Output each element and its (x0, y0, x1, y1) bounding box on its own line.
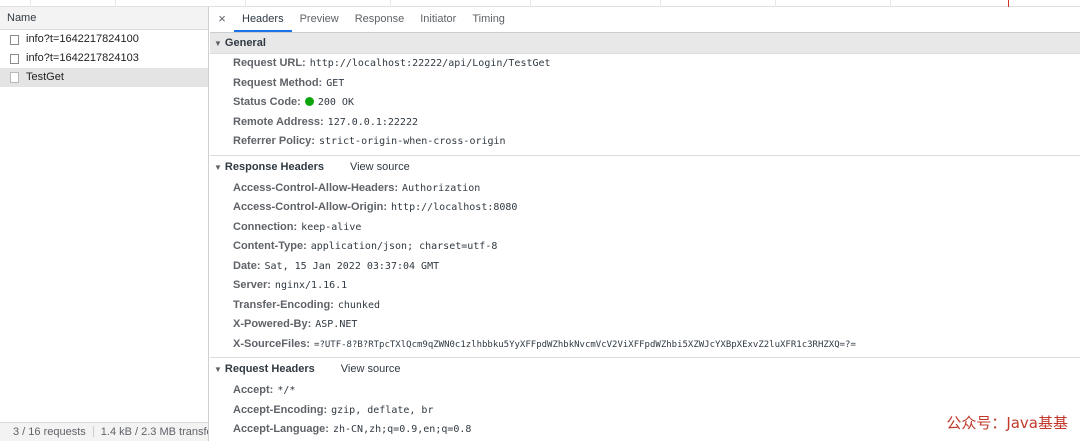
section-title: Request Headers (224, 363, 315, 375)
header-key: Transfer-Encoding: (233, 298, 334, 311)
checkbox-icon (10, 53, 19, 64)
header-value: strict-origin-when-cross-origin (318, 136, 506, 147)
request-detail-pane: × Headers Preview Response Initiator Tim… (210, 7, 1080, 441)
header-row: X-SourceFiles: =?UTF-8?B?RTpcTXlQcm9qZWN0… (210, 335, 1080, 355)
tab-timing[interactable]: Timing (464, 7, 513, 32)
header-key: X-Powered-By: (233, 318, 312, 330)
header-value: =?UTF-8?B?RTpcTXlQcm9qZWN0c1zlhbbku5YyXF… (314, 339, 856, 350)
header-key: Accept-Language: (233, 423, 329, 435)
header-value: keep-alive (301, 221, 362, 233)
general-section-header[interactable]: ▼ General (210, 33, 1080, 54)
header-key: Server: (233, 279, 271, 291)
tab-response[interactable]: Response (347, 7, 413, 32)
tab-headers[interactable]: Headers (234, 7, 292, 32)
header-value: http://localhost:8080 (391, 202, 518, 213)
header-row: Request URL: http://localhost:22222/api/L… (210, 54, 1080, 74)
view-source-link[interactable]: View source (341, 359, 401, 380)
tab-preview[interactable]: Preview (292, 7, 347, 32)
header-key: Accept-Encoding: (233, 403, 328, 416)
header-value: GET (326, 77, 345, 89)
close-icon[interactable]: × (210, 7, 234, 32)
top-strip (0, 0, 1080, 7)
header-row: Request Method: GET (210, 74, 1080, 94)
request-item-label: info?t=1642217824103 (26, 52, 139, 64)
header-key: Date: (233, 259, 261, 272)
status-ok-icon (304, 97, 314, 106)
header-key: Request Method: (233, 76, 323, 89)
checkbox-icon (10, 34, 19, 45)
section-title: Response Headers (224, 160, 324, 173)
request-item[interactable]: info?t=1642217824103 (0, 49, 208, 68)
header-key: Accept: (233, 384, 274, 396)
header-key: Content-Type: (233, 240, 307, 252)
header-row: Date: Sat, 15 Jan 2022 03:37:04 GMT (210, 257, 1080, 277)
request-item-selected[interactable]: TestGet (0, 68, 208, 87)
header-row: Access-Control-Allow-Origin: http://local… (210, 198, 1080, 218)
header-value: 200 OK (317, 97, 354, 108)
header-value: nginx/1.16.1 (274, 280, 348, 291)
request-item-label: info?t=1642217824100 (26, 33, 139, 45)
triangle-down-icon: ▼ (214, 162, 222, 172)
detail-tabs: × Headers Preview Response Initiator Tim… (210, 7, 1080, 33)
header-key: Access-Control-Allow-Origin: (233, 201, 388, 213)
header-key: Request URL: (233, 57, 306, 69)
header-row: Connection: keep-alive (210, 218, 1080, 238)
header-row: Referrer Policy: strict-origin-when-cross… (210, 132, 1080, 152)
header-value: gzip, deflate, br (331, 404, 434, 416)
header-key: X-SourceFiles: (233, 337, 311, 350)
divider (92, 426, 94, 437)
header-key: Connection: (233, 220, 298, 233)
header-key: Remote Address: (233, 115, 324, 128)
header-value: */* (277, 385, 296, 396)
request-item[interactable]: info?t=1642217824100 (0, 30, 208, 49)
watermark-text: 公众号：Java基基 (946, 414, 1068, 432)
header-row: Status Code: 200 OK (210, 93, 1080, 113)
document-icon (10, 72, 19, 83)
request-count: 3 / 16 requests (13, 426, 86, 438)
header-key: Access-Control-Allow-Headers: (233, 181, 399, 194)
transfer-size: 1.4 kB / 2.3 MB transfer (100, 426, 208, 438)
header-key: Referrer Policy: (233, 135, 315, 147)
header-value: 127.0.0.1:22222 (327, 116, 418, 128)
header-value: http://localhost:22222/api/Login/TestGet (309, 58, 551, 69)
name-column-header[interactable]: Name (0, 7, 208, 30)
triangle-down-icon: ▼ (214, 38, 222, 48)
header-key: Status Code: (233, 96, 301, 108)
request-list-pane: Name info?t=1642217824100 info?t=1642217… (0, 7, 209, 441)
view-source-link[interactable]: View source (350, 157, 410, 178)
header-value: Sat, 15 Jan 2022 03:37:04 GMT (264, 260, 440, 272)
section-title: General (224, 36, 266, 49)
triangle-down-icon: ▼ (214, 365, 222, 374)
tab-initiator[interactable]: Initiator (412, 7, 464, 32)
header-value: ASP.NET (315, 319, 358, 330)
header-value: zh-CN,zh;q=0.9,en;q=0.8 (332, 424, 472, 435)
header-row: Accept: */* (210, 381, 1080, 401)
header-row: X-Powered-By: ASP.NET (210, 315, 1080, 335)
header-value: Authorization (402, 182, 481, 194)
header-value: application/json; charset=utf-8 (310, 241, 498, 252)
header-row: Server: nginx/1.16.1 (210, 276, 1080, 296)
status-bar: 3 / 16 requests 1.4 kB / 2.3 MB transfer (0, 422, 208, 441)
header-row: Transfer-Encoding: chunked (210, 296, 1080, 316)
header-row: Remote Address: 127.0.0.1:22222 (210, 113, 1080, 133)
header-row: Access-Control-Allow-Headers: Authorizati… (210, 179, 1080, 199)
header-value: chunked (337, 299, 380, 311)
request-item-label: TestGet (26, 71, 64, 83)
request-headers-section-header[interactable]: ▼ Request Headers View source (210, 357, 1080, 381)
response-headers-section-header[interactable]: ▼ Response Headers View source (210, 154, 1080, 179)
header-row: Content-Type: application/json; charset=u… (210, 237, 1080, 257)
